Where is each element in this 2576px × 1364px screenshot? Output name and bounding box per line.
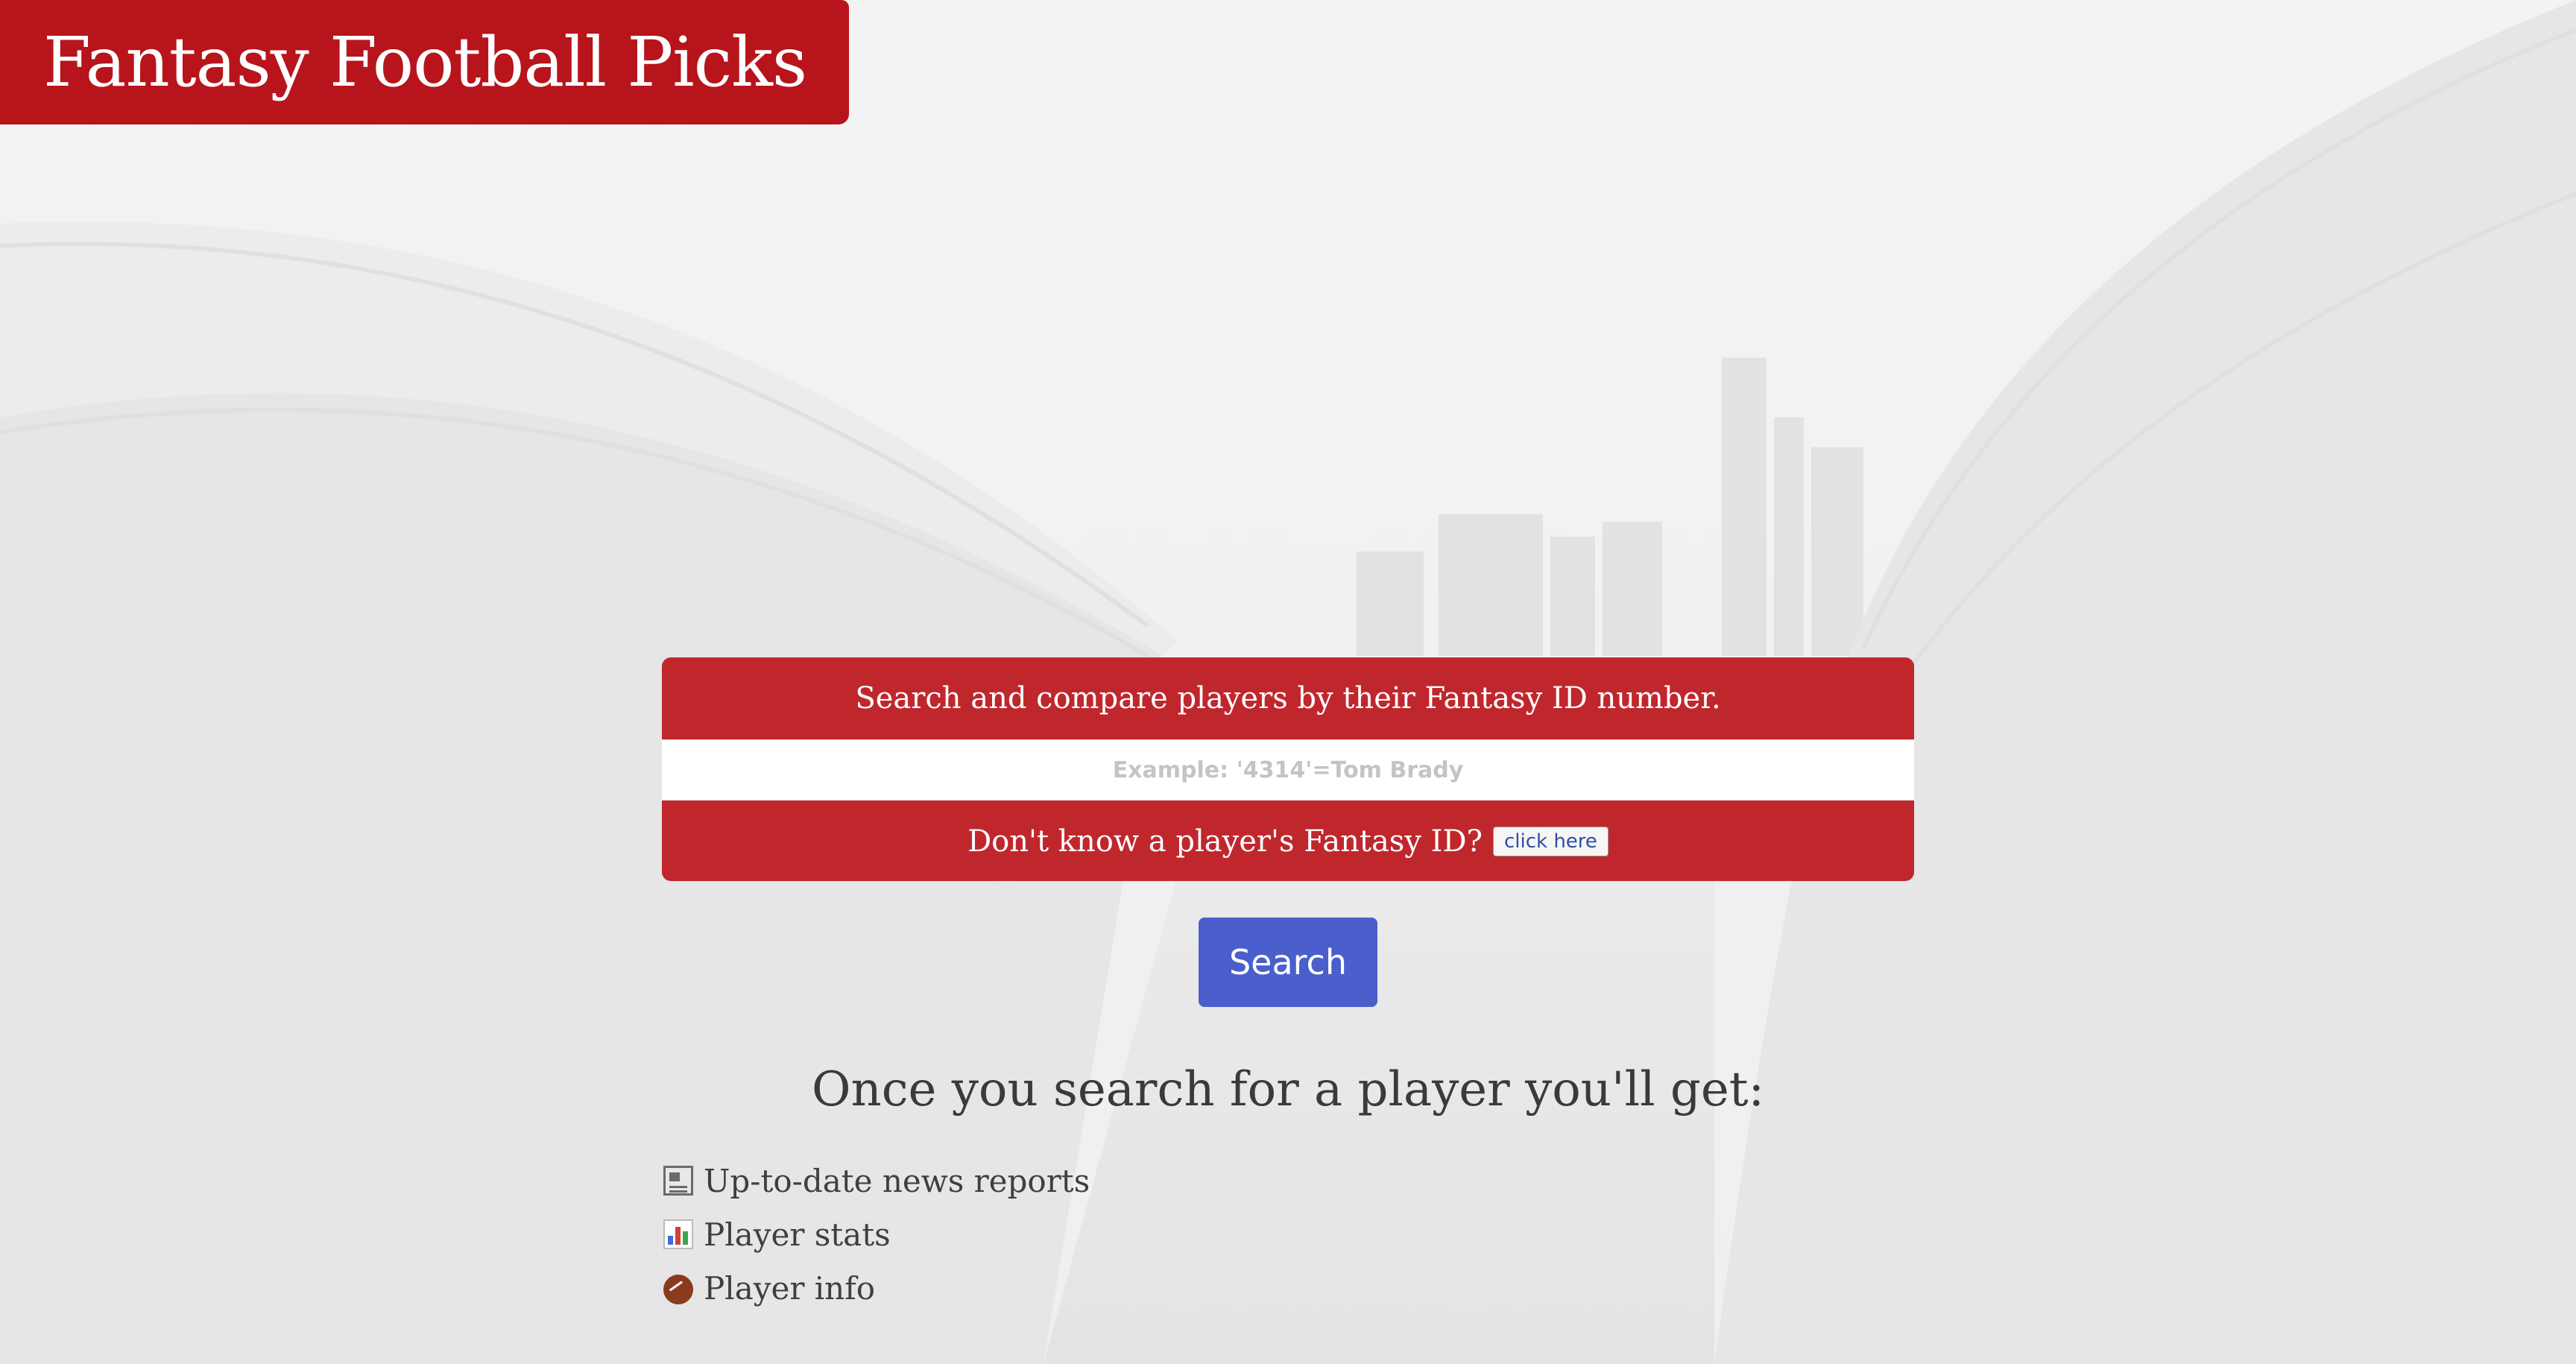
help-text: Don't know a player's Fantasy ID? (967, 824, 1483, 859)
search-card: Search and compare players by their Fant… (662, 657, 1914, 881)
list-item: Up-to-date news reports (663, 1154, 1090, 1207)
bar-chart-icon (663, 1219, 693, 1249)
newspaper-icon (663, 1166, 693, 1196)
list-item: Player stats (663, 1207, 1090, 1261)
football-icon (657, 1269, 699, 1310)
feature-label: Up-to-date news reports (704, 1162, 1090, 1199)
list-item: Player info (657, 1261, 1090, 1315)
features-title: Once you search for a player you'll get: (812, 1062, 1764, 1117)
feature-label: Player stats (704, 1216, 891, 1253)
search-card-heading: Search and compare players by their Fant… (662, 657, 1914, 739)
feature-label: Player info (704, 1269, 876, 1307)
fantasy-id-input-wrapper (662, 739, 1914, 801)
fantasy-id-input[interactable] (662, 739, 1914, 801)
search-card-footer: Don't know a player's Fantasy ID? click … (662, 801, 1914, 881)
features-list: Up-to-date news reports Player stats Pla… (657, 1154, 1090, 1315)
site-title: Fantasy Football Picks (43, 22, 807, 102)
site-logo[interactable]: Fantasy Football Picks (0, 0, 849, 124)
search-button[interactable]: Search (1199, 918, 1377, 1007)
click-here-button[interactable]: click here (1492, 827, 1609, 856)
